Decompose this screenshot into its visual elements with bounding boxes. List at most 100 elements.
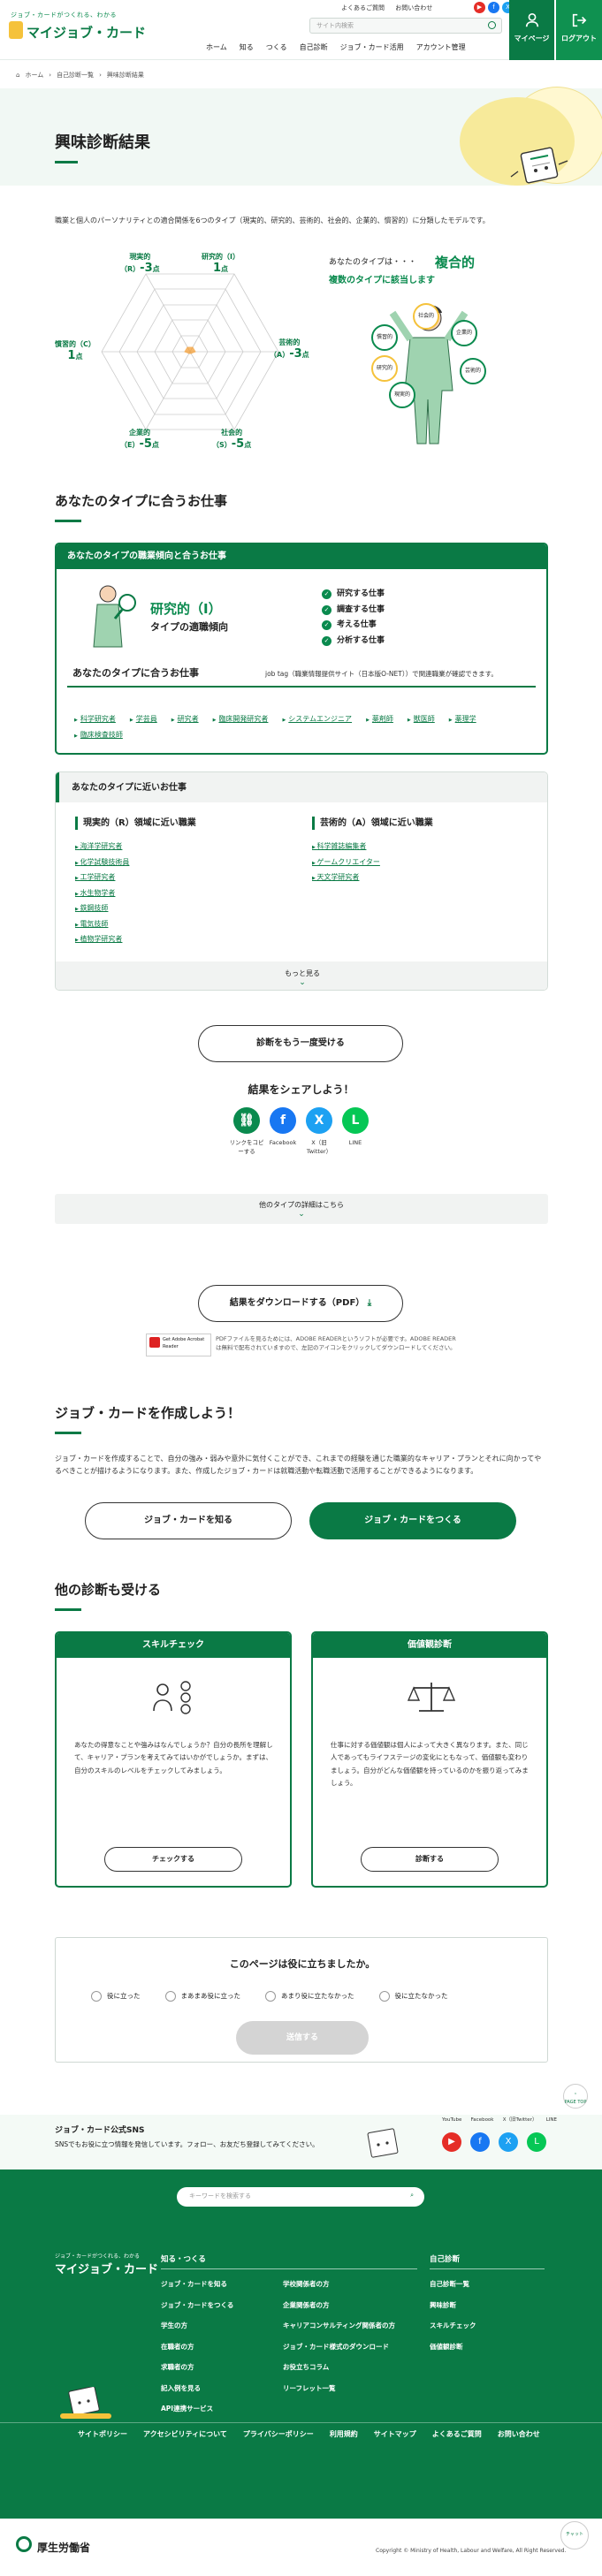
job-link[interactable]: 化学試験技術員 — [75, 855, 129, 871]
share-facebook[interactable]: f Facebook — [265, 1107, 301, 1148]
feedback-radio[interactable]: 役に立った — [91, 1991, 141, 2002]
share-copy-link[interactable]: ⛓ リンクをコピーする — [229, 1107, 264, 1157]
nav-diagnosis[interactable]: 自己診断 — [293, 42, 334, 53]
footer-nav-link[interactable]: 利用規約 — [330, 2429, 358, 2440]
other-types-label: 他のタイプの詳細はこちら — [259, 1201, 344, 1209]
feedback-options: 役に立った まあまあ役に立った あまり役に立たなかった 役に立たなかった — [91, 1991, 448, 2002]
footer-link[interactable]: リーフレット一覧 — [283, 2378, 395, 2399]
footer-link[interactable]: ジョブ・カード様式のダウンロード — [283, 2337, 395, 2358]
job-link[interactable]: 科学研究者 — [74, 714, 116, 725]
job-link[interactable]: 学芸員 — [130, 714, 157, 725]
breadcrumb-diagnosis[interactable]: 自己診断一覧 — [57, 71, 94, 80]
footer-logo[interactable]: マイジョブ・カード — [55, 2261, 158, 2279]
adobe-reader-badge[interactable]: Get Adobe Acrobat Reader — [146, 1334, 211, 1356]
facebook-icon[interactable]: f — [488, 2, 499, 13]
footer-nav-link[interactable]: お問い合わせ — [498, 2429, 540, 2440]
job-link[interactable]: 天文学研究者 — [312, 870, 380, 886]
job-link[interactable]: 獣医師 — [408, 714, 435, 725]
footer-nav-link[interactable]: プライバシーポリシー — [243, 2429, 314, 2440]
footer-link[interactable]: キャリアコンサルティング関係者の方 — [283, 2315, 395, 2337]
job-link[interactable]: 植物学研究者 — [75, 932, 129, 948]
footer-nav-link[interactable]: アクセシビリティについて — [143, 2429, 227, 2440]
job-link[interactable]: 薬理学 — [449, 714, 476, 725]
nav-make[interactable]: つくる — [260, 42, 293, 53]
tendency-card: あなたのタイプの職業傾向と合うお仕事 研究的（I） タイプの適職傾向 ✓ 研究する… — [55, 543, 548, 755]
job-link[interactable]: ゲームクリエイター — [312, 855, 379, 871]
make-jobcard-button[interactable]: ジョブ・カードをつくる — [309, 1502, 516, 1539]
footer-nav-link[interactable]: よくあるご質問 — [432, 2429, 482, 2440]
share-x[interactable]: X X（旧Twitter） — [301, 1107, 337, 1157]
faq-link[interactable]: よくあるご質問 — [341, 4, 385, 11]
values-button[interactable]: 診断する — [361, 1847, 499, 1872]
know-jobcard-button[interactable]: ジョブ・カードを知る — [85, 1502, 292, 1539]
share-line[interactable]: L LINE — [338, 1107, 373, 1148]
site-search-input[interactable]: サイト内検索 — [309, 18, 502, 34]
mascot-illustration — [510, 147, 568, 184]
job-link[interactable]: 臨床開発研究者 — [213, 714, 268, 725]
footer-link[interactable]: スキルチェック — [430, 2315, 476, 2337]
chevron-up-icon: ⌃ — [573, 2093, 578, 2098]
nav-usage[interactable]: ジョブ・カード活用 — [334, 42, 410, 53]
site-logo[interactable]: マイジョブ・カード — [27, 23, 146, 43]
youtube-icon[interactable]: ▶ — [474, 2, 485, 13]
footer-link[interactable]: 価値観診断 — [430, 2337, 476, 2358]
ministry-name[interactable]: 厚生労働省 — [37, 2540, 90, 2556]
download-pdf-button[interactable]: 結果をダウンロードする（PDF） ⤓ — [198, 1285, 403, 1322]
footer-link[interactable]: API連携サービス — [161, 2398, 233, 2420]
search-icon[interactable]: ⌕ — [410, 2191, 414, 2200]
footer-link[interactable]: 興味診断 — [430, 2295, 476, 2316]
footer-link[interactable]: 企業関係者の方 — [283, 2295, 395, 2316]
job-link[interactable]: 工学研究者 — [75, 870, 129, 886]
feedback-radio[interactable]: あまり役に立たなかった — [265, 1991, 354, 2002]
job-link[interactable]: 科学雑誌編集者 — [312, 840, 380, 855]
mypage-button[interactable]: マイページ — [509, 0, 554, 60]
x-icon[interactable]: X — [499, 2132, 518, 2152]
feedback-submit-button[interactable]: 送信する — [236, 2021, 369, 2055]
retake-button[interactable]: 診断をもう一度受ける — [198, 1025, 403, 1062]
skill-check-button[interactable]: チェックする — [104, 1847, 242, 1872]
page-top-button[interactable]: ⌃ PAGE TOP — [563, 2084, 588, 2109]
feedback-radio[interactable]: 役に立たなかった — [379, 1991, 448, 2002]
nav-home[interactable]: ホーム — [200, 42, 233, 53]
footer-link[interactable]: ジョブ・カードを知る — [161, 2274, 233, 2295]
logout-button[interactable]: ログアウト — [556, 0, 602, 60]
line-icon: L — [342, 1107, 369, 1134]
job-link[interactable]: 臨床検査技師 — [74, 730, 123, 741]
job-link[interactable]: 薬剤師 — [366, 714, 393, 725]
other-types-toggle[interactable]: 他のタイプの詳細はこちら ⌄ — [55, 1194, 548, 1224]
sns-icons: ▶ f X L — [442, 2132, 546, 2152]
feedback-radio[interactable]: まあまあ役に立った — [165, 1991, 241, 2002]
footer-link[interactable]: ジョブ・カードをつくる — [161, 2295, 233, 2316]
breadcrumb-home[interactable]: ホーム — [25, 71, 43, 80]
footer-link[interactable]: 求職者の方 — [161, 2357, 233, 2378]
job-link[interactable]: システムエンジニア — [282, 714, 352, 725]
near-left-title: 現実的（R）領域に近い職業 — [75, 817, 196, 830]
skill-check-card: スキルチェック あなたの得意なことや強みはなんでしょうか？自分の長所を理解して、… — [55, 1631, 292, 1888]
footer-link[interactable]: 学校関係者の方 — [283, 2274, 395, 2295]
facebook-icon[interactable]: f — [470, 2132, 490, 2152]
show-more-button[interactable]: もっと見る ⌄ — [56, 961, 547, 990]
footer-nav-link[interactable]: サイトマップ — [374, 2429, 416, 2440]
youtube-icon[interactable]: ▶ — [442, 2132, 461, 2152]
search-icon[interactable] — [488, 21, 496, 29]
footer-link[interactable]: 学生の方 — [161, 2315, 233, 2337]
footer-link[interactable]: お役立ちコラム — [283, 2357, 395, 2378]
job-link[interactable]: 電気技師 — [75, 917, 129, 933]
home-icon[interactable]: ⌂ — [16, 71, 19, 80]
footer-search-input[interactable]: キーワードを検索する ⌕ — [177, 2187, 424, 2207]
check-item: ✓ 調査する仕事 — [322, 604, 385, 617]
nav-know[interactable]: 知る — [233, 42, 260, 53]
job-link[interactable]: 研究者 — [171, 714, 199, 725]
job-link[interactable]: 鉄鋼技師 — [75, 901, 129, 917]
footer-link[interactable]: 在職者の方 — [161, 2337, 233, 2358]
contact-link[interactable]: お問い合わせ — [395, 4, 432, 11]
chat-button[interactable]: チャット — [560, 2521, 589, 2549]
nav-account[interactable]: アカウント管理 — [410, 42, 472, 53]
line-icon[interactable]: L — [527, 2132, 546, 2152]
footer-nav-link[interactable]: サイトポリシー — [78, 2429, 127, 2440]
bubble-enterprising: 企業的 — [451, 320, 477, 346]
job-link[interactable]: 水生物学者 — [75, 886, 129, 902]
footer-link[interactable]: 自己診断一覧 — [430, 2274, 476, 2295]
footer-link[interactable]: 記入例を見る — [161, 2378, 233, 2399]
job-link[interactable]: 海洋学研究者 — [75, 840, 129, 855]
